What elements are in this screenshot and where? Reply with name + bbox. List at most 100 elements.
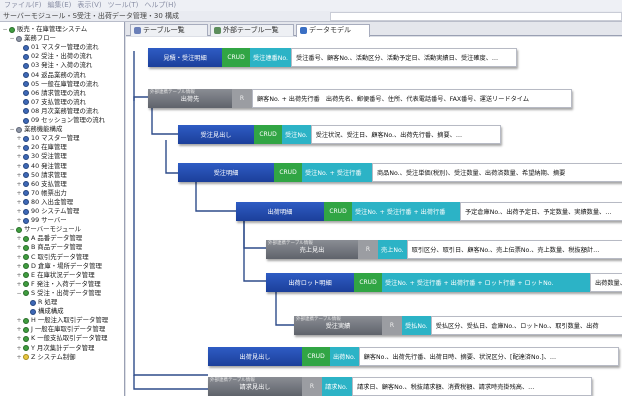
expand-icon[interactable]: + bbox=[16, 207, 22, 216]
expand-icon[interactable]: + bbox=[16, 271, 22, 280]
entity-box[interactable]: 受注見出し CRUD 受注No. 受注状況、受注日、顧客No.、出荷先行番、摘要、… bbox=[178, 125, 501, 144]
menu-view[interactable]: 表示(V) bbox=[77, 0, 101, 11]
expand-icon[interactable]: + bbox=[16, 234, 22, 243]
crud-badge: R bbox=[232, 89, 252, 108]
tree-item[interactable]: + F 発注・入荷データ管理 bbox=[16, 280, 100, 289]
expand-icon[interactable]: + bbox=[16, 134, 22, 143]
tree-item[interactable]: 04 返品業務の流れ bbox=[16, 71, 86, 80]
entity-name-text: 売上見出 bbox=[299, 247, 325, 254]
tree-item[interactable]: − 販売・在庫管理システム bbox=[2, 25, 87, 34]
tree-item[interactable]: + K 一般支払取引データ管理 bbox=[16, 334, 107, 343]
expand-icon[interactable]: + bbox=[16, 243, 22, 252]
entity-box[interactable]: 見積・受注明細 CRUD 受注連番No. 受注番号、顧客No.、活動区分、活動予定日、… bbox=[148, 48, 518, 67]
tree-item[interactable]: +40 発注管理 bbox=[16, 162, 66, 171]
expand-icon[interactable]: + bbox=[16, 143, 22, 152]
data-model-canvas[interactable]: 見積・受注明細 CRUD 受注連番No. 受注番号、顧客No.、活動区分、活動予定日、… bbox=[126, 37, 622, 396]
expand-icon[interactable]: + bbox=[16, 262, 22, 271]
expand-icon[interactable]: + bbox=[16, 316, 22, 325]
collapse-icon[interactable]: − bbox=[9, 34, 15, 43]
expand-icon[interactable]: + bbox=[16, 216, 22, 225]
tree-item[interactable]: − 業務フロー bbox=[9, 34, 55, 43]
tree-item[interactable]: 構成構成 bbox=[23, 307, 64, 316]
tree-item[interactable]: +99 サーバー bbox=[16, 216, 66, 225]
tree-node-icon bbox=[23, 81, 29, 88]
expand-icon[interactable]: + bbox=[16, 353, 22, 362]
tree-item[interactable]: +70 帳票出力 bbox=[16, 189, 66, 198]
tree-item[interactable]: 02 受注・出荷の流れ bbox=[16, 52, 92, 61]
tree-item[interactable]: 03 発注・入荷の流れ bbox=[16, 61, 92, 70]
entity-box[interactable]: 外部連携テーブル情報 請求見出し R 請求No. 請求日、顧客No.、税抜請求額、消費税… bbox=[208, 377, 592, 396]
path-field[interactable] bbox=[330, 12, 622, 21]
tree-item-label: J 一般在庫取引データ管理 bbox=[31, 325, 106, 334]
tab-data-model[interactable]: データモデル bbox=[296, 24, 370, 37]
tree-item[interactable]: + H 一般注入取引データ管理 bbox=[16, 316, 108, 325]
tree-item[interactable]: − サーバーモジュール bbox=[9, 225, 81, 234]
tab-table-list[interactable]: テーブル一覧 bbox=[130, 24, 208, 36]
menu-file[interactable]: ファイル(F) bbox=[4, 0, 42, 11]
menu-edit[interactable]: 編集(E) bbox=[48, 0, 72, 11]
tree-item[interactable]: + D 倉庫・場所データ管理 bbox=[16, 262, 101, 271]
tree-node-icon bbox=[23, 99, 29, 106]
tree-item[interactable]: +80 入出金管理 bbox=[16, 198, 73, 207]
tree-item[interactable]: − S 受注・出荷データ管理 bbox=[16, 289, 101, 298]
tree-item[interactable]: 07 支払管理の流れ bbox=[16, 98, 86, 107]
tree-node-icon bbox=[23, 272, 29, 279]
tree-item[interactable]: + C 取引先データ管理 bbox=[16, 253, 88, 262]
expand-icon[interactable]: + bbox=[16, 180, 22, 189]
tree-item[interactable]: + A 品番データ管理 bbox=[16, 234, 82, 243]
expand-icon[interactable]: + bbox=[16, 189, 22, 198]
tree-item[interactable]: +20 在庫管理 bbox=[16, 143, 66, 152]
tree-item[interactable]: + Y 月次集計データ管理 bbox=[16, 344, 94, 353]
entity-box[interactable]: 出荷ロット明細 CRUD 受注No. + 受注行番 + 出荷行番 + ロット行番 +… bbox=[266, 273, 622, 292]
tree-item-label: B 商品データ管理 bbox=[31, 243, 83, 252]
expand-icon[interactable]: + bbox=[16, 171, 22, 180]
tree-item[interactable]: 08 月次業務管理の流れ bbox=[16, 107, 99, 116]
tree-node-icon bbox=[30, 308, 36, 315]
entity-name: 受注見出し bbox=[178, 125, 254, 144]
menu-help[interactable]: ヘルプ(H) bbox=[144, 0, 176, 11]
entity-subtitle: 外部連携テーブル情報 bbox=[268, 241, 313, 246]
tree-node-icon bbox=[23, 199, 29, 206]
collapse-icon[interactable]: − bbox=[2, 25, 8, 34]
collapse-icon[interactable]: − bbox=[9, 225, 15, 234]
entity-box[interactable]: 外部連携テーブル情報 受注実績 R 受払No. 受払区分、受払日、倉庫No.、ロットNo… bbox=[294, 316, 622, 335]
tree-item[interactable]: + E 在庫状況データ管理 bbox=[16, 271, 94, 280]
entity-box[interactable]: 出荷見出し CRUD 出荷No. 顧客No.、出荷先行番、出荷日時、摘要、状況区分、[… bbox=[208, 347, 619, 366]
tree-item[interactable]: +60 支払管理 bbox=[16, 180, 66, 189]
tree-item-label: 80 入出金管理 bbox=[31, 197, 74, 206]
tree-item-label: 08 月次業務管理の流れ bbox=[31, 106, 99, 115]
entity-name-text: 受注明細 bbox=[213, 170, 239, 177]
tree-item[interactable]: + B 商品データ管理 bbox=[16, 243, 82, 252]
tree-item[interactable]: − 業務機能構成 bbox=[9, 125, 62, 134]
tree-item[interactable]: 06 請求管理の流れ bbox=[16, 89, 86, 98]
menu-tools[interactable]: ツール(T) bbox=[108, 0, 139, 11]
tree-item[interactable]: +10 マスター管理 bbox=[16, 134, 79, 143]
entity-box[interactable]: 外部連携テーブル情報 売上見出 R 売上No. 取引区分、取引日、顧客No.、売上伝票N… bbox=[266, 240, 622, 259]
tree-item[interactable]: +90 システム管理 bbox=[16, 207, 79, 216]
collapse-icon[interactable]: − bbox=[16, 289, 22, 298]
tree-node-icon bbox=[23, 208, 29, 215]
tree-item[interactable]: R 処理 bbox=[23, 298, 57, 307]
expand-icon[interactable]: + bbox=[16, 198, 22, 207]
entity-box[interactable]: 出荷明細 CRUD 受注No. + 受注行番 + 出荷行番 予定倉庫No.、出荷予定日… bbox=[236, 202, 622, 221]
expand-icon[interactable]: + bbox=[16, 162, 22, 171]
tree-node-icon bbox=[23, 62, 29, 69]
tree-item[interactable]: 01 マスター管理の流れ bbox=[16, 43, 99, 52]
expand-icon[interactable]: + bbox=[16, 152, 22, 161]
tree-item[interactable]: +30 受注管理 bbox=[16, 152, 66, 161]
tree-item[interactable]: + J 一般在庫取引データ管理 bbox=[16, 325, 105, 334]
tree-item[interactable]: + Z システム制御 bbox=[16, 353, 75, 362]
entity-box[interactable]: 外部連携テーブル情報 出荷先 R 顧客No. + 出荷先行番 出荷先名、郵便番号、住所… bbox=[148, 89, 572, 108]
entity-box[interactable]: 受注明細 CRUD 受注No. + 受注行番 商品No.、受注単価(税別)、受注数量、… bbox=[178, 163, 622, 182]
tree-item[interactable]: 05 一般在庫管理の流れ bbox=[16, 80, 99, 89]
tab-external-table-list[interactable]: 外部テーブル一覧 bbox=[210, 24, 294, 36]
tree-item[interactable]: 09 セッション管理の流れ bbox=[16, 116, 105, 125]
entity-subtitle: 外部連携テーブル情報 bbox=[150, 90, 195, 95]
expand-icon[interactable]: + bbox=[16, 280, 22, 289]
collapse-icon[interactable]: − bbox=[9, 125, 15, 134]
expand-icon[interactable]: + bbox=[16, 344, 22, 353]
expand-icon[interactable]: + bbox=[16, 253, 22, 262]
tree-item[interactable]: +50 請求管理 bbox=[16, 171, 66, 180]
expand-icon[interactable]: + bbox=[16, 325, 22, 334]
expand-icon[interactable]: + bbox=[16, 334, 22, 343]
